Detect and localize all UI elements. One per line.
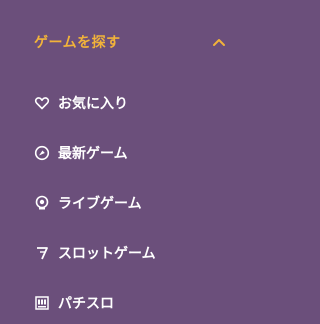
menu-item-live-games[interactable]: ライブゲーム — [30, 189, 230, 217]
menu-item-favorites[interactable]: お気に入り — [30, 89, 230, 117]
menu-item-label: ライブゲーム — [58, 196, 142, 212]
lucky-seven-icon — [34, 245, 50, 261]
heart-icon — [34, 95, 50, 111]
menu-item-pachislot[interactable]: パチスロ — [30, 289, 230, 317]
pachislot-icon — [34, 295, 50, 311]
chevron-up-icon[interactable] — [211, 34, 227, 50]
menu-item-label: スロットゲーム — [58, 246, 156, 262]
menu-item-label: 最新ゲーム — [58, 146, 128, 162]
section-title: ゲームを探す — [34, 35, 121, 51]
section-header-game-search[interactable]: ゲームを探す — [0, 24, 254, 62]
game-search-menu: ゲームを探す お気に入り 最新ゲーム ライブゲーム スロットゲーム パチスロ — [0, 0, 254, 324]
live-chip-icon — [34, 195, 50, 211]
menu-item-label: パチスロ — [58, 296, 114, 312]
menu-item-label: お気に入り — [58, 96, 128, 112]
menu-item-slot-games[interactable]: スロットゲーム — [30, 239, 230, 267]
new-badge-icon — [34, 145, 50, 161]
menu-item-new-games[interactable]: 最新ゲーム — [30, 139, 230, 167]
